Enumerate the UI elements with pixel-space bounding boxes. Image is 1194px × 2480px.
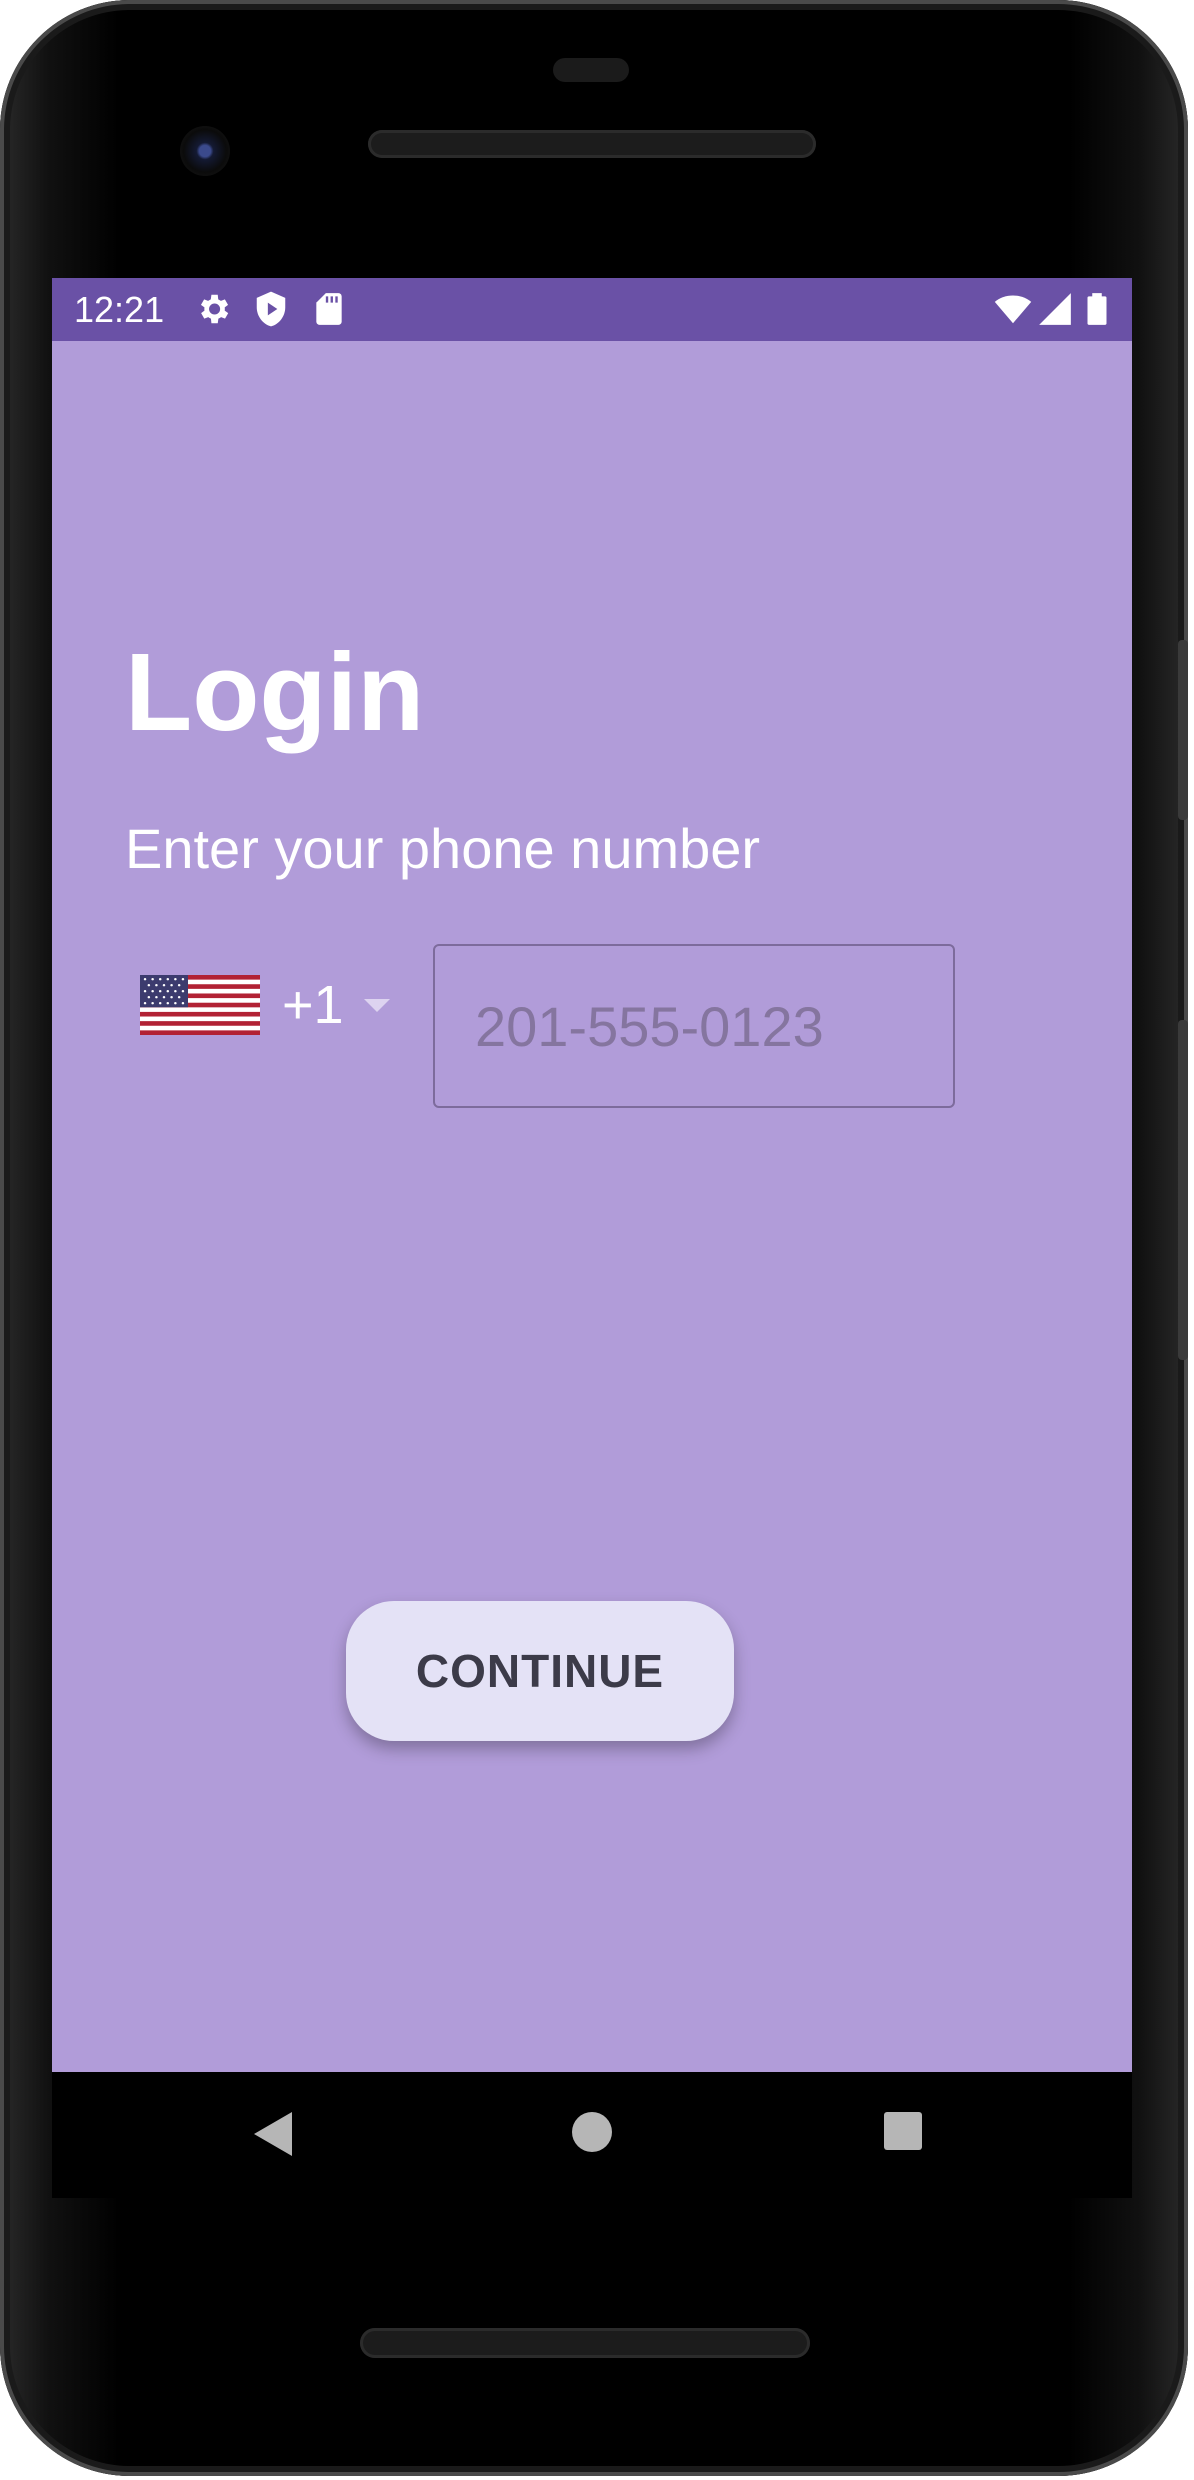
country-code-label: +1 xyxy=(282,975,344,1035)
page-title: Login xyxy=(125,631,425,754)
status-time: 12:21 xyxy=(74,289,165,330)
shield-play-icon xyxy=(256,291,286,327)
us-flag-icon xyxy=(140,975,260,1035)
battery-icon xyxy=(1087,293,1107,325)
status-bar: 12:21 xyxy=(52,278,1132,341)
back-icon[interactable] xyxy=(252,2110,294,2158)
country-code-picker[interactable]: +1 xyxy=(140,950,440,1060)
sd-card-icon xyxy=(316,293,342,325)
wifi-icon xyxy=(994,295,1032,324)
page-subtitle: Enter your phone number xyxy=(125,817,761,880)
signal-icon xyxy=(1039,293,1071,325)
volume-button xyxy=(1178,1020,1188,1360)
phone-number-field[interactable] xyxy=(433,944,955,1108)
top-speaker xyxy=(368,130,816,158)
gear-icon xyxy=(200,294,229,324)
continue-button[interactable]: CONTINUE xyxy=(346,1601,734,1741)
app-screen: 12:21 xyxy=(52,278,1132,2072)
power-button xyxy=(1178,640,1188,820)
front-camera xyxy=(180,126,230,176)
phone-frame: 12:21 xyxy=(0,0,1188,2476)
home-icon[interactable] xyxy=(570,2110,614,2154)
phone-number-input[interactable] xyxy=(475,946,945,1106)
bottom-speaker xyxy=(360,2328,810,2358)
recents-icon[interactable] xyxy=(882,2110,924,2152)
navigation-bar xyxy=(52,2072,1132,2198)
earpiece xyxy=(553,58,629,82)
dropdown-arrow-icon xyxy=(363,998,390,1012)
